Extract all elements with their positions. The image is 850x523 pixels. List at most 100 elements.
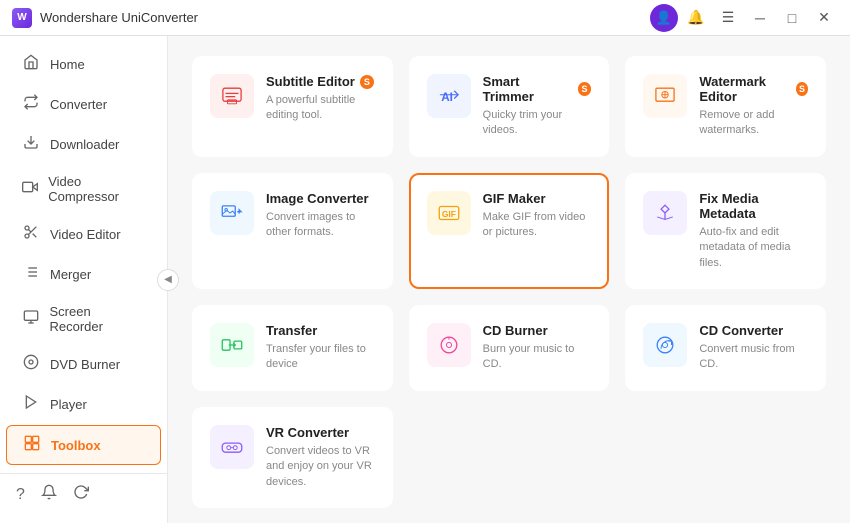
transfer-desc: Transfer your files to device — [266, 342, 375, 373]
tool-card-image-converter[interactable]: Image Converter Convert images to other … — [192, 173, 393, 289]
vr-converter-desc: Convert videos to VR and enjoy on your V… — [266, 444, 375, 490]
refresh-icon[interactable] — [73, 484, 89, 505]
image-converter-icon-box — [210, 191, 254, 235]
gif-maker-name: GIF Maker — [483, 191, 592, 206]
cd-converter-desc: Convert music from CD. — [699, 342, 808, 373]
sidebar-item-video-editor-label: Video Editor — [50, 227, 121, 242]
sidebar-item-downloader[interactable]: Downloader — [6, 125, 161, 163]
smart-trimmer-icon-box: AI — [427, 74, 471, 118]
cd-burner-desc: Burn your music to CD. — [483, 342, 592, 373]
sidebar-item-downloader-label: Downloader — [50, 137, 119, 152]
downloader-icon — [22, 134, 40, 154]
content-area: Subtitle Editor S A powerful subtitle ed… — [168, 36, 850, 523]
merger-icon — [22, 264, 40, 284]
vr-converter-name: VR Converter — [266, 425, 375, 440]
sidebar: Home Converter Downloader Video Compress… — [0, 36, 168, 523]
close-button[interactable]: ✕ — [810, 4, 838, 32]
image-converter-name: Image Converter — [266, 191, 375, 206]
tool-card-transfer[interactable]: Transfer Transfer your files to device — [192, 305, 393, 391]
dvd-burner-icon — [22, 354, 40, 374]
cd-converter-info: CD Converter Convert music from CD. — [699, 323, 808, 373]
smart-trimmer-name: Smart Trimmer S — [483, 74, 592, 104]
maximize-button[interactable]: □ — [778, 4, 806, 32]
sidebar-item-dvd-burner-label: DVD Burner — [50, 357, 120, 372]
sidebar-item-converter[interactable]: Converter — [6, 85, 161, 123]
fix-media-metadata-icon-box — [643, 191, 687, 235]
player-icon — [22, 394, 40, 414]
cd-burner-icon-box — [427, 323, 471, 367]
subtitle-editor-name: Subtitle Editor S — [266, 74, 375, 89]
sidebar-item-home[interactable]: Home — [6, 45, 161, 83]
sidebar-item-player-label: Player — [50, 397, 87, 412]
sidebar-item-merger[interactable]: Merger — [6, 255, 161, 293]
sidebar-item-video-compressor[interactable]: Video Compressor — [6, 165, 161, 213]
sidebar-item-screen-recorder[interactable]: Screen Recorder — [6, 295, 161, 343]
svg-text:GIF: GIF — [442, 209, 456, 219]
smart-trimmer-info: Smart Trimmer S Quicky trim your videos. — [483, 74, 592, 139]
cd-converter-icon-box — [643, 323, 687, 367]
header-right: 👤 🔔 ☰ ─ □ ✕ — [650, 4, 838, 32]
sidebar-item-toolbox[interactable]: Toolbox — [6, 425, 161, 465]
svg-text:AI: AI — [441, 91, 453, 104]
video-editor-icon — [22, 224, 40, 244]
sidebar-item-screen-recorder-label: Screen Recorder — [49, 304, 145, 334]
bell-icon[interactable]: 🔔 — [682, 4, 710, 32]
sidebar-item-dvd-burner[interactable]: DVD Burner — [6, 345, 161, 383]
toolbox-icon — [23, 435, 41, 455]
tool-card-smart-trimmer[interactable]: AI Smart Trimmer S Quicky trim your vide… — [409, 56, 610, 157]
watermark-editor-info: Watermark Editor S Remove or add waterma… — [699, 74, 808, 139]
sidebar-collapse-button[interactable]: ◀ — [157, 269, 179, 291]
title-bar: W Wondershare UniConverter 👤 🔔 ☰ ─ □ ✕ — [0, 0, 850, 36]
notification-icon[interactable] — [41, 484, 57, 505]
tool-card-fix-media-metadata[interactable]: Fix Media Metadata Auto-fix and edit met… — [625, 173, 826, 289]
image-converter-info: Image Converter Convert images to other … — [266, 191, 375, 241]
home-icon — [22, 54, 40, 74]
tool-card-cd-burner[interactable]: CD Burner Burn your music to CD. — [409, 305, 610, 391]
watermark-editor-desc: Remove or add watermarks. — [699, 108, 808, 139]
tool-card-cd-converter[interactable]: CD Converter Convert music from CD. — [625, 305, 826, 391]
sidebar-item-toolbox-label: Toolbox — [51, 438, 101, 453]
sidebar-item-converter-label: Converter — [50, 97, 107, 112]
sidebar-item-merger-label: Merger — [50, 267, 91, 282]
transfer-info: Transfer Transfer your files to device — [266, 323, 375, 373]
transfer-name: Transfer — [266, 323, 375, 338]
help-icon[interactable]: ? — [16, 486, 25, 504]
image-converter-desc: Convert images to other formats. — [266, 210, 375, 241]
sidebar-item-home-label: Home — [50, 57, 85, 72]
fix-media-metadata-info: Fix Media Metadata Auto-fix and edit met… — [699, 191, 808, 271]
watermark-editor-name: Watermark Editor S — [699, 74, 808, 104]
subtitle-editor-info: Subtitle Editor S A powerful subtitle ed… — [266, 74, 375, 124]
cd-converter-name: CD Converter — [699, 323, 808, 338]
gif-maker-icon-box: GIF — [427, 191, 471, 235]
converter-icon — [22, 94, 40, 114]
video-compressor-icon — [22, 179, 38, 199]
cd-burner-info: CD Burner Burn your music to CD. — [483, 323, 592, 373]
gif-maker-info: GIF Maker Make GIF from video or picture… — [483, 191, 592, 241]
tool-card-subtitle-editor[interactable]: Subtitle Editor S A powerful subtitle ed… — [192, 56, 393, 157]
gif-maker-desc: Make GIF from video or pictures. — [483, 210, 592, 241]
smart-trimmer-desc: Quicky trim your videos. — [483, 108, 592, 139]
screen-recorder-icon — [22, 309, 39, 329]
tool-card-gif-maker[interactable]: GIF GIF Maker Make GIF from video or pic… — [409, 173, 610, 289]
subtitle-editor-desc: A powerful subtitle editing tool. — [266, 93, 375, 124]
subtitle-editor-icon-box — [210, 74, 254, 118]
transfer-icon-box — [210, 323, 254, 367]
sidebar-item-player[interactable]: Player — [6, 385, 161, 423]
user-icon[interactable]: 👤 — [650, 4, 678, 32]
smart-trimmer-badge: S — [578, 82, 592, 96]
toolbox-grid: Subtitle Editor S A powerful subtitle ed… — [192, 56, 826, 508]
fix-media-metadata-desc: Auto-fix and edit metadata of media file… — [699, 225, 808, 271]
subtitle-editor-badge: S — [360, 75, 374, 89]
menu-icon[interactable]: ☰ — [714, 4, 742, 32]
vr-converter-info: VR Converter Convert videos to VR and en… — [266, 425, 375, 490]
title-bar-left: W Wondershare UniConverter — [12, 8, 198, 28]
sidebar-item-video-compressor-label: Video Compressor — [48, 174, 145, 204]
tool-card-vr-converter[interactable]: VR Converter Convert videos to VR and en… — [192, 407, 393, 508]
tool-card-watermark-editor[interactable]: Watermark Editor S Remove or add waterma… — [625, 56, 826, 157]
app-logo: W — [12, 8, 32, 28]
sidebar-item-video-editor[interactable]: Video Editor — [6, 215, 161, 253]
vr-converter-icon-box — [210, 425, 254, 469]
sidebar-footer: ? — [0, 473, 167, 515]
cd-burner-name: CD Burner — [483, 323, 592, 338]
minimize-button[interactable]: ─ — [746, 4, 774, 32]
